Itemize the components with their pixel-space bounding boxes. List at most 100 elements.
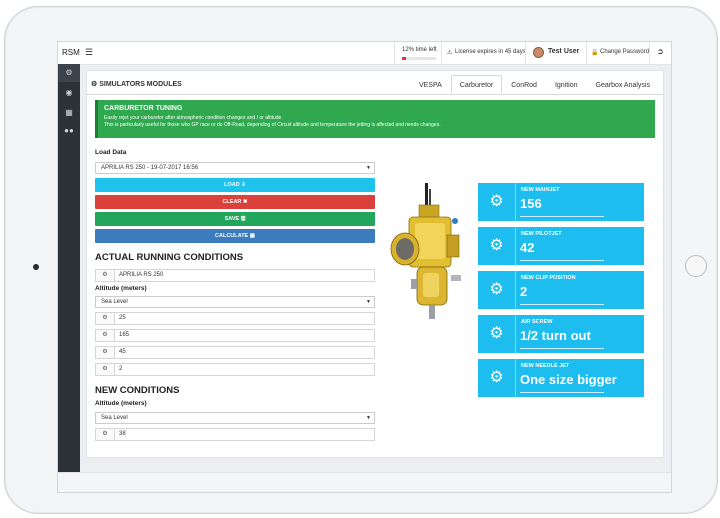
condition-field-4[interactable]: ⚙ 2	[95, 363, 375, 376]
result-underline	[520, 304, 604, 305]
divider	[525, 42, 526, 64]
result-value: 2	[520, 284, 528, 299]
tab-conrod[interactable]: ConRod	[502, 75, 546, 94]
result-value: 1/2 turn out	[520, 328, 591, 343]
time-left-progress	[402, 57, 436, 60]
carburetor-image	[390, 183, 461, 319]
result-label: NEW CLIP POSITION	[521, 275, 576, 281]
cogs-icon: ⚙	[96, 330, 115, 341]
alert-title: CARBURETOR TUNING	[104, 105, 183, 112]
tab-underline	[87, 94, 663, 95]
result-label: NEW MAINJET	[521, 187, 560, 193]
altitude-value: Sea Level	[101, 299, 128, 305]
chevron-down-icon: ▼	[366, 165, 371, 171]
new-altitude-value: Sea Level	[101, 415, 128, 421]
cogs-icon: ⚙	[96, 364, 115, 375]
result-value: 156	[520, 196, 542, 211]
top-navbar: RSM ☰ 12% time left ⚠ License expires in…	[58, 42, 671, 65]
cogs-icon: ⚙	[478, 271, 516, 309]
result-label: AIR SCREW	[521, 319, 553, 325]
cogs-icon: ⚙	[478, 359, 516, 397]
altitude-select[interactable]: Sea Level ▼	[95, 296, 375, 308]
new-conditions-heading: NEW CONDITIONS	[95, 385, 180, 396]
brand-logo[interactable]: RSM	[62, 48, 80, 57]
time-left-text: 12% time left	[402, 47, 437, 53]
result-underline	[520, 260, 604, 261]
cogs-icon: ⚙	[96, 347, 115, 358]
divider	[586, 42, 587, 64]
cogs-icon: ⚙	[65, 68, 73, 77]
sidebar-item-dashboard[interactable]: ◉	[58, 84, 80, 102]
home-button[interactable]	[685, 255, 707, 277]
condition-field-3[interactable]: ⚙ 45	[95, 346, 375, 359]
altitude-label: Altitude (meters)	[95, 285, 147, 292]
user-name[interactable]: Test User	[548, 48, 579, 55]
bike-name-field[interactable]: ⚙ APRILIA RS 250	[95, 269, 375, 282]
page-footer	[58, 472, 671, 492]
result-card-air-screw: ⚙ AIR SCREW 1/2 turn out	[478, 315, 644, 353]
time-left-progress-fill	[402, 57, 407, 60]
result-label: NEW PILOTJET	[521, 231, 562, 237]
warning-icon: ⚠	[447, 50, 453, 56]
condition-value-4: 2	[119, 366, 123, 372]
tab-vespa[interactable]: VESPA	[410, 75, 451, 94]
result-card-clip-position: ⚙ NEW CLIP POSITION 2	[478, 271, 644, 309]
camera-dot	[33, 264, 39, 270]
sidebar: ⚙ ◉ ▦ ●●	[58, 64, 80, 492]
result-label: NEW NEEDLE JET	[521, 363, 570, 369]
alert-line-2: This is particularly useful for those wh…	[104, 122, 441, 128]
tab-ignition[interactable]: Ignition	[546, 75, 587, 94]
result-underline	[520, 348, 604, 349]
bike-name-value: APRILIA RS 250	[119, 272, 164, 278]
dashboard-icon: ◉	[65, 88, 73, 97]
new-altitude-label: Altitude (meters)	[95, 400, 147, 407]
result-card-mainjet: ⚙ NEW MAINJET 156	[478, 183, 644, 221]
load-button[interactable]: LOAD ⇩	[95, 178, 375, 192]
actual-conditions-heading: ACTUAL RUNNING CONDITIONS	[95, 252, 244, 263]
result-card-needle-jet: ⚙ NEW NEEDLE JET One size bigger	[478, 359, 644, 397]
condition-field-1[interactable]: ⚙ 25	[95, 312, 375, 325]
motorcycle-icon: ●●	[64, 126, 74, 135]
alert-line-1: Easily rejet your carburetor after atmos…	[104, 115, 283, 121]
divider	[394, 42, 395, 64]
cogs-icon: ⚙	[478, 315, 516, 353]
result-value: 42	[520, 240, 535, 255]
result-value: One size bigger	[520, 372, 617, 387]
calculate-button[interactable]: CALCULATE ▦	[95, 229, 375, 243]
calculator-icon: ▦	[65, 108, 73, 117]
save-button[interactable]: SAVE 🖫	[95, 212, 375, 226]
module-tabs: VESPA Carburetor ConRod Ignition Gearbox…	[410, 75, 659, 94]
condition-value-3: 45	[119, 349, 126, 355]
new-condition-field[interactable]: ⚙ 38	[95, 428, 375, 441]
sidebar-item-calculator[interactable]: ▦	[58, 104, 80, 122]
load-data-value: APRILIA RS 250 - 19-07-2017 16:56	[101, 165, 199, 171]
cogs-icon: ⚙	[96, 313, 115, 324]
hamburger-icon[interactable]: ☰	[85, 47, 93, 58]
clear-button[interactable]: CLEAR ✖	[95, 195, 375, 209]
chevron-down-icon: ▼	[366, 299, 371, 305]
panel-title-text: SIMULATORS MODULES	[99, 81, 182, 88]
panel-title: ⚙ SIMULATORS MODULES	[91, 80, 182, 88]
cogs-icon: ⚙	[478, 227, 516, 265]
cogs-icon: ⚙	[91, 81, 100, 88]
lock-icon: 🔒	[591, 50, 599, 56]
app-screen: RSM ☰ 12% time left ⚠ License expires in…	[57, 41, 672, 493]
tab-gearbox-analysis[interactable]: Gearbox Analysis	[587, 75, 659, 94]
load-data-select[interactable]: APRILIA RS 250 - 19-07-2017 16:56 ▼	[95, 162, 375, 174]
cogs-icon: ⚙	[478, 183, 516, 221]
cogs-icon: ⚙	[96, 270, 115, 281]
logout-icon[interactable]: ➲	[657, 47, 664, 56]
avatar[interactable]	[533, 47, 544, 58]
new-altitude-select[interactable]: Sea Level ▼	[95, 412, 375, 424]
change-password-link[interactable]: Change Password	[600, 49, 649, 55]
sidebar-item-bikes[interactable]: ●●	[58, 122, 80, 140]
condition-value-1: 25	[119, 315, 126, 321]
condition-field-2[interactable]: ⚙ 165	[95, 329, 375, 342]
result-underline	[520, 216, 604, 217]
sidebar-item-simulators[interactable]: ⚙	[58, 64, 80, 82]
result-underline	[520, 392, 604, 393]
carburetor-info-alert: CARBURETOR TUNING Easily rejet your carb…	[95, 100, 655, 138]
divider	[649, 42, 650, 64]
tab-carburetor[interactable]: Carburetor	[450, 75, 503, 94]
divider	[441, 42, 442, 64]
